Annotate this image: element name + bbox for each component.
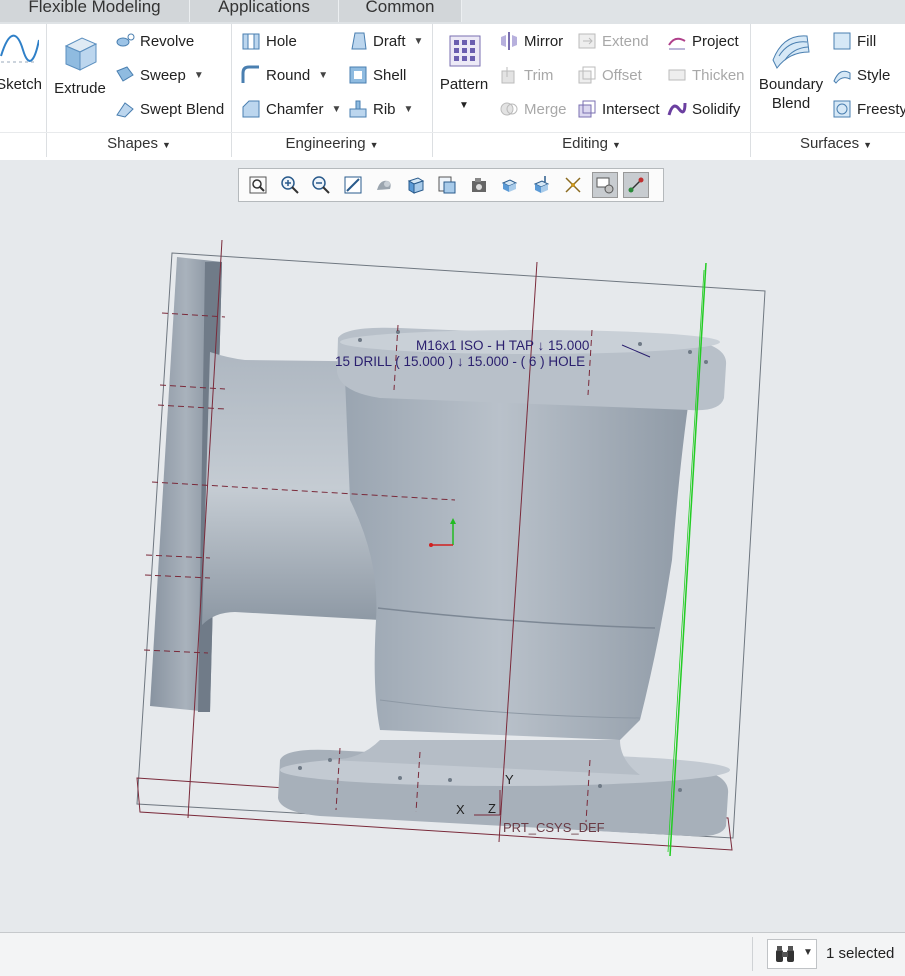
- point-display-icon: [565, 177, 581, 193]
- csys-display-icon: [596, 177, 613, 194]
- repaint-button[interactable]: [340, 172, 366, 198]
- zoom-out-button[interactable]: [308, 172, 334, 198]
- refit-icon: [249, 176, 267, 194]
- annotation-display-icon: [628, 177, 644, 193]
- status-bar: ▼ 1 selected: [0, 932, 905, 976]
- selection-filter[interactable]: ▼: [767, 939, 817, 969]
- display-style-icon: [377, 180, 391, 190]
- point-display-button[interactable]: [560, 172, 586, 198]
- csys-y-label: Y: [505, 772, 514, 787]
- csys-x-label: X: [456, 802, 465, 817]
- axis-display-button[interactable]: [529, 172, 555, 198]
- selection-count: 1 selected: [826, 945, 895, 962]
- refit-button[interactable]: [245, 172, 271, 198]
- graphics-toolbar: [238, 168, 664, 202]
- view-manager-icon: [438, 176, 456, 194]
- annotation-line-1: M16x1 ISO - H TAP ↓ 15.000: [416, 338, 589, 353]
- csys-display-button[interactable]: [591, 172, 618, 198]
- repaint-icon: [344, 176, 361, 194]
- display-style-button[interactable]: [371, 172, 397, 198]
- saved-orientations-button[interactable]: [403, 172, 429, 198]
- zoom-in-icon: [280, 176, 299, 194]
- perspective-button[interactable]: [466, 172, 492, 198]
- plane-display-icon: [501, 179, 518, 192]
- zoom-out-icon: [312, 176, 330, 194]
- model-view[interactable]: M16x1 ISO - H TAP ↓ 15.000 15 DRILL ( 15…: [0, 0, 905, 932]
- binoculars-icon: [776, 946, 794, 962]
- axis-display-icon: [533, 176, 549, 193]
- status-divider: [752, 937, 753, 971]
- saved-orientations-icon: [407, 177, 424, 194]
- annotation-line-2: 15 DRILL ( 15.000 ) ↓ 15.000 - ( 6 ) HOL…: [335, 354, 585, 369]
- chevron-down-icon[interactable]: ▼: [803, 947, 813, 958]
- plane-display-button[interactable]: [497, 172, 523, 198]
- perspective-icon: [471, 178, 486, 192]
- annotation-display-button[interactable]: [623, 172, 649, 198]
- view-manager-button[interactable]: [434, 172, 460, 198]
- zoom-in-button[interactable]: [277, 172, 303, 198]
- csys-name: PRT_CSYS_DEF: [503, 820, 605, 835]
- csys-z-label: Z: [488, 801, 496, 816]
